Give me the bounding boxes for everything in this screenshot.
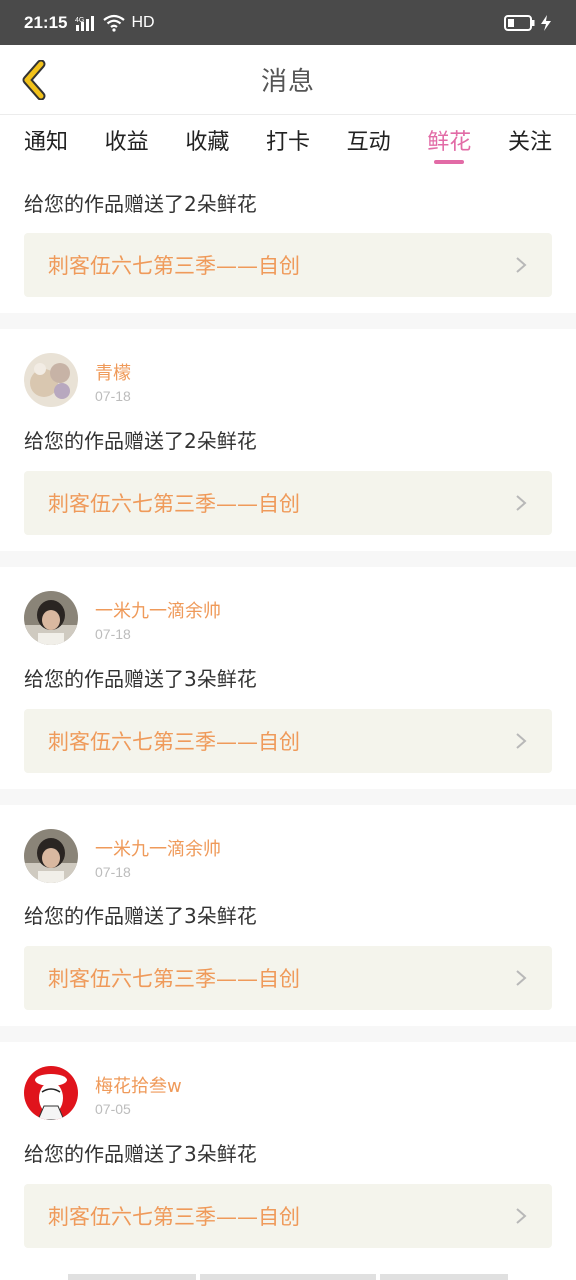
username[interactable]: 梅花拾叁w: [95, 1072, 182, 1098]
work-title: 刺客伍六七第三季——自创: [48, 492, 300, 516]
hd-indicator: HD: [131, 13, 155, 31]
avatar[interactable]: [24, 829, 78, 883]
page-title: 消息: [260, 67, 315, 97]
tab-bar: 通知 收益 收藏 打卡 互动 鲜花 关注: [0, 115, 576, 165]
chevron-right-icon: [516, 257, 527, 273]
status-bar: 21:15 4G HD: [0, 0, 576, 45]
avatar-image: [24, 591, 78, 645]
wifi-icon: [103, 14, 126, 32]
divider: [0, 551, 576, 567]
work-title: 刺客伍六七第三季——自创: [48, 730, 300, 754]
back-button[interactable]: [14, 59, 56, 101]
nav-hint-center: [200, 1274, 376, 1280]
avatar[interactable]: [24, 591, 78, 645]
message-text: 给您的作品赠送了3朵鲜花: [24, 904, 257, 928]
work-link[interactable]: 刺客伍六七第三季——自创: [24, 709, 552, 773]
message-text: 给您的作品赠送了3朵鲜花: [24, 1142, 257, 1166]
nav-hint-right: [380, 1274, 508, 1280]
divider: [0, 313, 576, 329]
work-link[interactable]: 刺客伍六七第三季——自创: [24, 946, 552, 1010]
battery-icon: [504, 14, 535, 31]
charging-icon: [541, 14, 551, 31]
message-text: 给您的作品赠送了2朵鲜花: [24, 192, 257, 216]
chevron-right-icon: [516, 970, 527, 986]
signal-icon: 4G: [75, 15, 95, 31]
tab-notifications[interactable]: 通知: [24, 115, 68, 165]
title-bar: 消息: [0, 45, 576, 115]
chevron-right-icon: [516, 733, 527, 749]
avatar[interactable]: [24, 353, 78, 407]
message-text: 给您的作品赠送了3朵鲜花: [24, 667, 257, 691]
avatar[interactable]: [24, 1066, 78, 1120]
avatar-image: [24, 353, 78, 407]
tab-earnings[interactable]: 收益: [105, 115, 149, 165]
message-date: 07-18: [95, 626, 131, 642]
tab-flowers[interactable]: 鲜花: [427, 115, 471, 165]
divider: [0, 1026, 576, 1042]
tab-interactions[interactable]: 互动: [347, 115, 391, 165]
avatar-image: [24, 829, 78, 883]
work-link[interactable]: 刺客伍六七第三季——自创: [24, 233, 552, 297]
nav-hint-left: [68, 1274, 196, 1280]
chevron-right-icon: [516, 495, 527, 511]
divider: [0, 789, 576, 805]
status-time: 21:15: [24, 12, 68, 32]
work-title: 刺客伍六七第三季——自创: [48, 254, 300, 278]
message-text: 给您的作品赠送了2朵鲜花: [24, 429, 257, 453]
work-title: 刺客伍六七第三季——自创: [48, 967, 300, 991]
work-link[interactable]: 刺客伍六七第三季——自创: [24, 1184, 552, 1248]
avatar-image: [24, 1066, 78, 1120]
message-date: 07-18: [95, 864, 131, 880]
username[interactable]: 一米九一滴余帅: [95, 835, 221, 861]
tab-checkin[interactable]: 打卡: [266, 115, 310, 165]
back-arrow-icon: [22, 60, 46, 100]
message-date: 07-05: [95, 1101, 131, 1117]
tab-following[interactable]: 关注: [508, 115, 552, 165]
username[interactable]: 青檬: [95, 359, 131, 385]
message-date: 07-18: [95, 388, 131, 404]
work-link[interactable]: 刺客伍六七第三季——自创: [24, 471, 552, 535]
username[interactable]: 一米九一滴余帅: [95, 597, 221, 623]
work-title: 刺客伍六七第三季——自创: [48, 1205, 300, 1229]
tab-favorites[interactable]: 收藏: [185, 115, 229, 165]
chevron-right-icon: [516, 1208, 527, 1224]
